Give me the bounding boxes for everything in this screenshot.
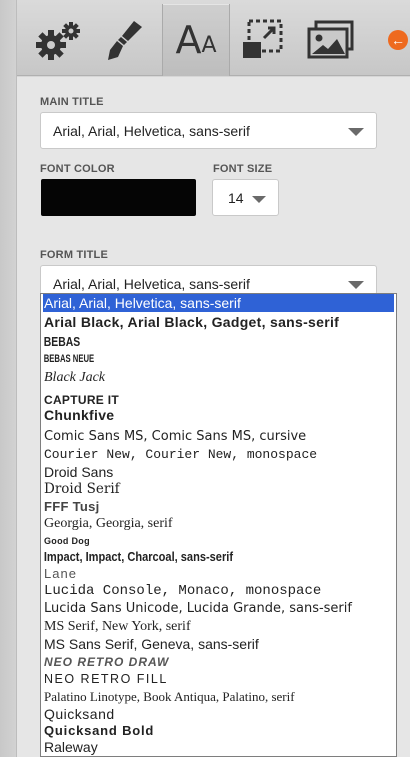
font-option[interactable]: Chunkfive [43,406,394,424]
main-title-font-select[interactable]: Arial, Arial, Helvetica, sans-serif [40,112,377,149]
image-icon [307,20,354,59]
toolbar: AA ← [17,0,410,76]
tool-resize[interactable] [230,4,296,76]
font-option[interactable]: Palatino Linotype, Book Antiqua, Palatin… [43,688,394,706]
tool-settings[interactable] [25,4,91,76]
font-icon: AA [175,18,217,62]
font-option[interactable]: NEO RETRO FILL [43,670,394,688]
font-option[interactable]: Lucida Console, Monaco, monospace [43,582,394,600]
font-color-swatch[interactable] [41,179,196,216]
font-option[interactable]: Droid Serif [43,480,394,498]
form-title-font-select[interactable]: Arial, Arial, Helvetica, sans-serif [40,265,377,295]
resize-icon [243,19,283,58]
arrow-left-icon: ← [391,32,405,48]
font-option[interactable]: Comic Sans MS, Comic Sans MS, cursive [43,428,394,446]
font-size-value: 14 [228,189,244,206]
main-title-font-value: Arial, Arial, Helvetica, sans-serif [53,122,250,139]
font-option[interactable]: Droid Sans [43,463,394,481]
form-title-font-value: Arial, Arial, Helvetica, sans-serif [53,276,250,292]
font-option[interactable]: Georgia, Georgia, serif [43,515,394,533]
font-option-selected[interactable]: Arial, Arial, Helvetica, sans-serif [43,294,394,312]
font-size-select[interactable]: 14 [212,179,279,216]
form-title-label: FORM TITLE [40,249,108,261]
font-option[interactable]: Quicksand [43,705,394,723]
chevron-down-icon [348,281,364,289]
settings-icon [36,22,80,60]
left-edge-strip [0,0,17,757]
font-option[interactable]: Impact, Impact, Charcoal, sans-serif [43,548,341,566]
font-option[interactable]: Lucida Sans Unicode, Lucida Grande, sans… [43,600,394,618]
font-option[interactable]: Raleway [43,738,394,756]
font-option[interactable]: BEBAS NEUE [43,350,289,368]
tool-image[interactable] [298,4,364,76]
font-option[interactable]: FFF Tusj [43,498,394,516]
main-title-label: MAIN TITLE [40,96,104,108]
font-size-label: FONT SIZE [213,163,273,175]
font-option[interactable]: MS Sans Serif, Geneva, sans-serif [43,635,394,653]
chevron-down-icon [348,128,364,136]
font-color-label: FONT COLOR [40,163,115,175]
font-option[interactable]: Courier New, Courier New, monospace [43,446,394,464]
font-option[interactable]: BEBAS [43,333,324,351]
font-option[interactable]: Arial Black, Arial Black, Gadget, sans-s… [43,313,394,331]
font-option[interactable]: Black Jack [43,369,394,387]
tool-brush[interactable] [93,4,159,76]
chevron-down-icon [252,196,266,203]
brush-icon [108,21,142,60]
back-button[interactable]: ← [388,30,408,50]
tool-font[interactable]: AA [162,4,230,76]
font-option[interactable]: NEO RETRO DRAW [43,653,394,671]
font-option[interactable]: MS Serif, New York, serif [43,618,394,636]
font-option[interactable]: Lane [43,565,394,583]
form-title-font-dropdown[interactable]: Arial, Arial, Helvetica, sans-serif Aria… [40,293,397,757]
